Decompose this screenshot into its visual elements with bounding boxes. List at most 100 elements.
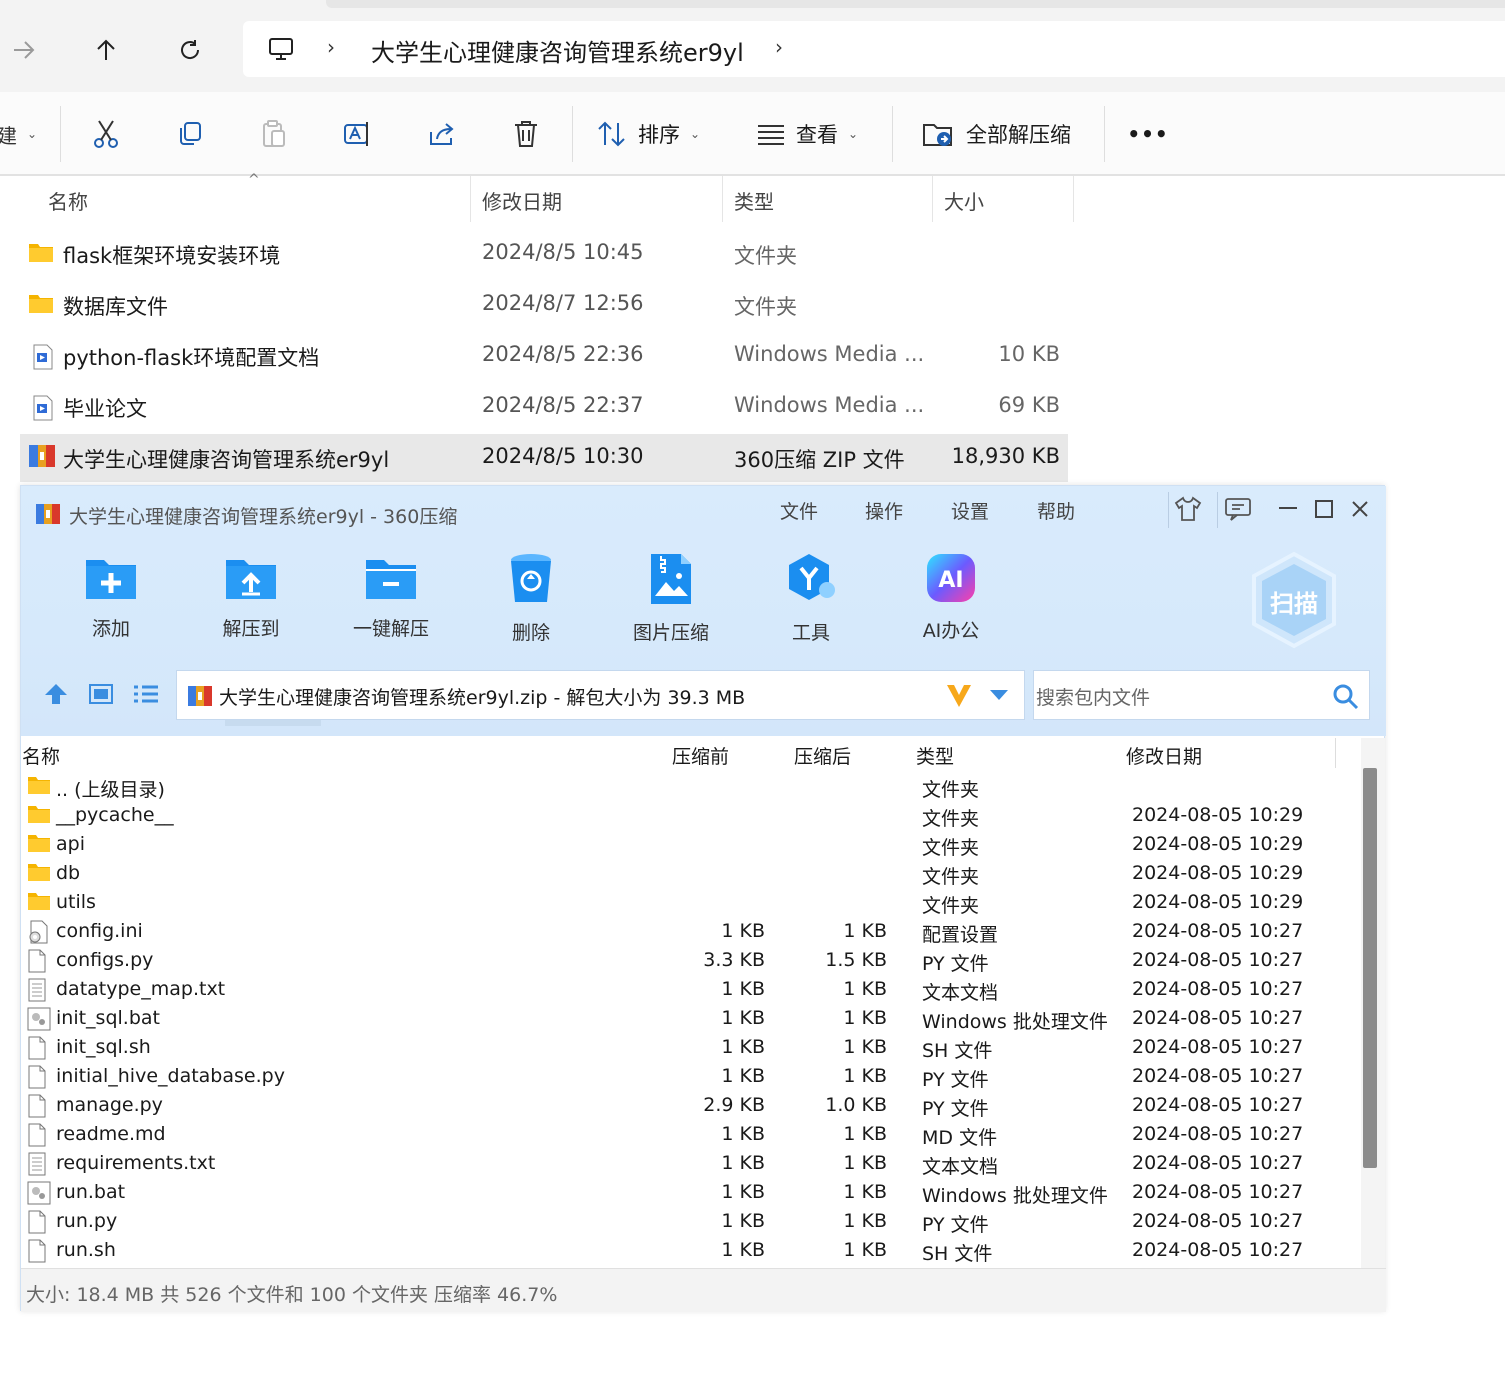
address-bar[interactable]: › 大学生心理健康咨询管理系统er9yl › [243, 21, 1505, 77]
file-date: 2024/8/5 10:30 [482, 444, 644, 468]
archive-row[interactable]: datatype_map.txt 1 KB 1 KB 文本文档 2024-08-05 1… [21, 975, 1361, 1004]
delete-button[interactable] [504, 114, 548, 154]
new-button[interactable]: 建 ⌄ [0, 114, 37, 154]
forward-button[interactable] [4, 30, 44, 70]
scan-button[interactable]: 扫描 [1249, 550, 1339, 650]
extract-to-button[interactable]: 解压到 [181, 552, 321, 641]
entry-original-size: 1 KB [721, 920, 765, 942]
feedback-icon[interactable] [1224, 496, 1252, 522]
archive-row[interactable]: manage.py 2.9 KB 1.0 KB PY 文件 2024-08-05 10:… [21, 1091, 1361, 1120]
dropdown-arrow-icon[interactable] [989, 689, 1009, 701]
file-row[interactable]: flask框架环境安装环境 2024/8/5 10:45 文件夹 [20, 230, 1068, 278]
archive-row[interactable]: db 文件夹 2024-08-05 10:29 [21, 859, 1361, 888]
column-date[interactable]: 修改日期 [1126, 742, 1202, 769]
zip-toolbar-area: 大学生心理健康咨询管理系统er9yl - 360压缩 文件 操作 设置 帮助 添… [21, 486, 1386, 736]
one-click-extract-icon [366, 560, 416, 599]
scrollbar-thumb[interactable] [1363, 768, 1377, 1168]
view-button[interactable]: 查看 ⌄ [756, 114, 858, 154]
archive-row[interactable]: config.ini 1 KB 1 KB 配置设置 2024-08-05 10:27 [21, 917, 1361, 946]
file-type: 文件夹 [734, 244, 797, 268]
column-type[interactable]: 类型 [916, 742, 954, 769]
list-view-icon[interactable] [133, 684, 159, 704]
cut-button[interactable] [84, 114, 128, 154]
file-row[interactable]: 大学生心理健康咨询管理系统er9yl 2024/8/5 10:30 360压缩 ZI… [20, 434, 1068, 482]
maximize-icon[interactable] [1314, 499, 1334, 519]
thumbnail-view-icon[interactable] [89, 684, 113, 704]
divider[interactable] [470, 176, 471, 222]
entry-date: 2024-08-05 10:27 [1132, 1007, 1304, 1029]
image-compress-button[interactable]: 图片压缩 [601, 552, 741, 645]
entry-type: SH 文件 [922, 1040, 993, 1062]
more-options-button[interactable]: ••• [1127, 114, 1168, 154]
ai-office-button[interactable]: AI AI办公 [881, 552, 1021, 643]
entry-name: init_sql.bat [56, 1007, 160, 1029]
column-after-size[interactable]: 压缩后 [794, 742, 851, 769]
file-row[interactable]: 数据库文件 2024/8/7 12:56 文件夹 [20, 281, 1068, 329]
up-level-icon[interactable] [43, 682, 69, 706]
minimize-icon[interactable] [1277, 502, 1299, 514]
divider[interactable] [722, 176, 723, 222]
chevron-down-icon: ⌄ [690, 127, 701, 141]
archive-path-field[interactable]: 大学生心理健康咨询管理系统er9yl.zip - 解包大小为 39.3 MB [176, 670, 1025, 720]
share-button[interactable] [420, 114, 464, 154]
chevron-right-icon[interactable]: › [327, 35, 335, 59]
archive-row[interactable]: readme.md 1 KB 1 KB MD 文件 2024-08-05 10:27 [21, 1120, 1361, 1149]
column-date[interactable]: 修改日期 [482, 186, 562, 215]
skin-shirt-icon[interactable] [1174, 496, 1202, 522]
sort-button[interactable]: 排序 ⌄ [596, 114, 700, 154]
archive-row[interactable]: configs.py 3.3 KB 1.5 KB PY 文件 2024-08-05 10… [21, 946, 1361, 975]
sort-icon [598, 121, 625, 147]
archive-row[interactable]: api 文件夹 2024-08-05 10:29 [21, 830, 1361, 859]
extract-all-button[interactable]: 全部解压缩 [922, 114, 1071, 154]
add-button[interactable]: 添加 [41, 552, 181, 641]
path-scroll-thumb[interactable] [225, 720, 321, 726]
refresh-button[interactable] [170, 30, 210, 70]
divider[interactable] [1073, 176, 1074, 222]
archive-row[interactable]: init_sql.bat 1 KB 1 KB Windows 批处理文件 2024-08… [21, 1004, 1361, 1033]
file-list-header: 名称 ^ 修改日期 类型 大小 [0, 172, 1075, 222]
breadcrumb-current[interactable]: 大学生心理健康咨询管理系统er9yl [371, 33, 744, 68]
archive-row[interactable]: init_sql.sh 1 KB 1 KB SH 文件 2024-08-05 10:27 [21, 1033, 1361, 1062]
svg-text:AI: AI [938, 568, 963, 593]
divider[interactable] [932, 176, 933, 222]
archive-row[interactable]: run.py 1 KB 1 KB PY 文件 2024-08-05 10:27 [21, 1207, 1361, 1236]
menu-file[interactable]: 文件 [780, 497, 818, 524]
file-row[interactable]: python-flask环境配置文档 2024/8/5 22:36 Windows … [20, 332, 1068, 380]
search-icon[interactable] [1332, 683, 1360, 711]
archive-row[interactable]: run.sh 1 KB 1 KB SH 文件 2024-08-05 10:27 [21, 1236, 1361, 1265]
copy-button[interactable] [168, 114, 212, 154]
one-click-extract-button[interactable]: 一键解压 [321, 552, 461, 641]
archive-row[interactable]: initial_hive_database.py 1 KB 1 KB PY 文件 202… [21, 1062, 1361, 1091]
file-row[interactable]: 毕业论文 2024/8/5 22:37 Windows Media ... 69 KB [20, 383, 1068, 431]
refresh-icon [181, 40, 200, 59]
rename-button[interactable] [336, 114, 380, 154]
column-name[interactable]: 名称 [22, 742, 60, 769]
column-name[interactable]: 名称 [48, 186, 88, 215]
chevron-right-icon[interactable]: › [775, 35, 783, 59]
copy-icon [180, 122, 201, 145]
entry-type: 文件夹 [922, 895, 980, 917]
archive-row[interactable]: .. (上级目录) 文件夹 [21, 772, 1361, 801]
extract-all-label: 全部解压缩 [966, 123, 1071, 147]
entry-original-size: 1 KB [721, 1007, 765, 1029]
archive-row[interactable]: requirements.txt 1 KB 1 KB 文本文档 2024-08-05 1… [21, 1149, 1361, 1178]
delete-archive-button[interactable]: 删除 [461, 552, 601, 645]
divider [1217, 492, 1218, 528]
zip-list-header: 名称 压缩前 压缩后 类型 修改日期 [21, 738, 1361, 768]
archive-row[interactable]: __pycache__ 文件夹 2024-08-05 10:29 [21, 801, 1361, 830]
menu-operate[interactable]: 操作 [865, 497, 903, 524]
column-size[interactable]: 大小 [944, 186, 984, 215]
add-label: 添加 [91, 618, 130, 640]
tools-button[interactable]: 工具 [741, 552, 881, 645]
menu-help[interactable]: 帮助 [1037, 497, 1075, 524]
column-before-size[interactable]: 压缩前 [672, 742, 729, 769]
column-type[interactable]: 类型 [734, 186, 774, 215]
paste-button[interactable] [252, 114, 296, 154]
menu-settings[interactable]: 设置 [951, 497, 989, 524]
up-button[interactable] [86, 30, 126, 70]
archive-search-field[interactable]: 搜索包内文件 [1033, 670, 1370, 720]
close-icon[interactable] [1350, 499, 1370, 519]
v-logo-icon[interactable] [945, 683, 973, 709]
archive-row[interactable]: run.bat 1 KB 1 KB Windows 批处理文件 2024-08-05 1… [21, 1178, 1361, 1207]
archive-row[interactable]: utils 文件夹 2024-08-05 10:29 [21, 888, 1361, 917]
